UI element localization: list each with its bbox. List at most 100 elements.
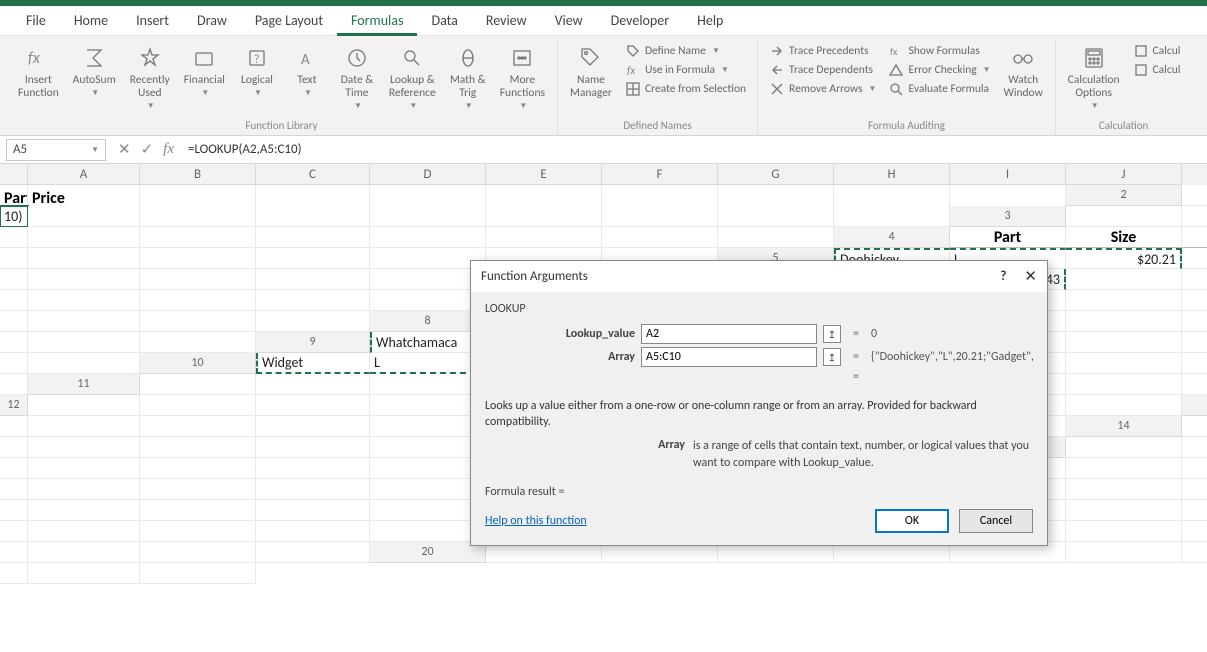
cell-E5[interactable] xyxy=(0,269,28,290)
cell-B4[interactable]: Size xyxy=(1066,227,1182,248)
cell-D14[interactable] xyxy=(140,437,256,458)
cell-E19[interactable] xyxy=(1066,521,1182,542)
row-header[interactable]: 11 xyxy=(28,374,140,395)
cell-E4[interactable] xyxy=(28,248,140,269)
cell-A12[interactable] xyxy=(28,395,140,416)
cell-H17[interactable] xyxy=(256,500,370,521)
column-header[interactable]: J xyxy=(1066,164,1182,185)
create-from-selection-button[interactable]: Create from Selection xyxy=(622,80,749,98)
calculate-sheet-button[interactable]: Calcul xyxy=(1130,61,1184,79)
cell-J7[interactable] xyxy=(256,311,370,332)
row-header[interactable]: 20 xyxy=(370,542,486,563)
ok-button[interactable]: OK xyxy=(875,509,949,533)
cell-J11[interactable] xyxy=(1182,374,1207,395)
show-formulas-button[interactable]: fxShow Formulas xyxy=(885,42,993,60)
cell-B12[interactable] xyxy=(140,395,256,416)
cell-B15[interactable] xyxy=(1182,437,1207,458)
cell-A11[interactable] xyxy=(140,374,256,395)
cancel-formula-icon[interactable]: ✕ xyxy=(118,140,131,159)
row-header[interactable]: 14 xyxy=(1066,416,1182,437)
formula-input[interactable]: =LOOKUP(A2,A5:C10) xyxy=(180,142,1207,157)
row-header[interactable]: 2 xyxy=(1066,185,1182,206)
cell-I2[interactable] xyxy=(718,206,834,227)
insert-function-button[interactable]: fxInsert Function xyxy=(14,42,63,102)
cell-B2[interactable]: 10) xyxy=(0,206,28,227)
calculation-options-button[interactable]: Calculation Options▼ xyxy=(1064,42,1124,114)
cell-J19[interactable] xyxy=(256,542,370,563)
cell-I17[interactable] xyxy=(370,500,486,521)
cell-G4[interactable] xyxy=(256,248,370,269)
tab-formulas[interactable]: Formulas xyxy=(337,6,417,36)
cell-G20[interactable] xyxy=(1182,542,1207,563)
cell-B3[interactable] xyxy=(1182,206,1207,227)
cell-D16[interactable] xyxy=(0,479,28,500)
cell-G17[interactable] xyxy=(140,500,256,521)
cell-B10[interactable]: L xyxy=(370,353,486,374)
cell-I11[interactable] xyxy=(1066,374,1182,395)
financial-button[interactable]: Financial▼ xyxy=(180,42,229,100)
cell-H10[interactable] xyxy=(1066,353,1182,374)
cell-F14[interactable] xyxy=(370,437,486,458)
autosum-button[interactable]: AutoSum▼ xyxy=(69,42,120,100)
cell-A4[interactable]: Part xyxy=(950,227,1066,248)
close-icon[interactable]: ✕ xyxy=(1024,267,1037,286)
cell-H6[interactable] xyxy=(140,290,256,311)
enter-formula-icon[interactable]: ✓ xyxy=(141,140,154,159)
tab-insert[interactable]: Insert xyxy=(122,6,183,36)
cell-E14[interactable] xyxy=(256,437,370,458)
cell-G18[interactable] xyxy=(28,521,140,542)
cell-H4[interactable] xyxy=(370,248,486,269)
cell-J9[interactable] xyxy=(28,353,140,374)
cell-G9[interactable] xyxy=(1066,332,1182,353)
cell-G19[interactable] xyxy=(0,542,28,563)
cell-G6[interactable] xyxy=(28,290,140,311)
cell-F4[interactable] xyxy=(140,248,256,269)
row-header[interactable]: 3 xyxy=(950,206,1066,227)
cell-I20[interactable] xyxy=(28,563,140,584)
cell-F16[interactable] xyxy=(140,479,256,500)
cell-G8[interactable] xyxy=(1182,311,1207,332)
use-in-formula-button[interactable]: fxUse in Formula▼ xyxy=(622,61,749,79)
fx-icon[interactable]: fx xyxy=(163,141,174,158)
cell-F6[interactable] xyxy=(0,290,28,311)
error-checking-button[interactable]: Error Checking▼ xyxy=(885,61,993,79)
trace-precedents-button[interactable]: Trace Precedents xyxy=(766,42,879,60)
name-manager-button[interactable]: Name Manager xyxy=(566,42,616,102)
cell-G2[interactable] xyxy=(486,206,602,227)
cell-H8[interactable] xyxy=(0,332,28,353)
cell-B14[interactable] xyxy=(0,437,28,458)
column-header[interactable]: D xyxy=(370,164,486,185)
cell-E13[interactable] xyxy=(370,416,486,437)
cell-G5[interactable] xyxy=(140,269,256,290)
cell-F8[interactable] xyxy=(1066,311,1182,332)
cell-A3[interactable] xyxy=(1066,206,1182,227)
cell-D6[interactable] xyxy=(1066,269,1182,290)
range-picker-icon[interactable]: ↥ xyxy=(823,348,841,366)
cell-F18[interactable] xyxy=(0,521,28,542)
arg2-input[interactable] xyxy=(641,347,817,367)
tab-file[interactable]: File xyxy=(12,6,60,36)
cell-J2[interactable] xyxy=(834,206,950,227)
cell-D12[interactable] xyxy=(370,395,486,416)
cell-I5[interactable] xyxy=(370,269,486,290)
cell-C2[interactable] xyxy=(28,206,140,227)
cell-J18[interactable] xyxy=(370,521,486,542)
cell-F20[interactable] xyxy=(1066,542,1182,563)
cell-B11[interactable] xyxy=(256,374,370,395)
cell-I19[interactable] xyxy=(140,542,256,563)
tab-view[interactable]: View xyxy=(541,6,597,36)
column-header[interactable]: H xyxy=(834,164,950,185)
cell-F19[interactable] xyxy=(1182,521,1207,542)
cell-G15[interactable] xyxy=(370,458,486,479)
cell-F7[interactable] xyxy=(1182,290,1207,311)
cell-I8[interactable] xyxy=(28,332,140,353)
column-header[interactable]: C xyxy=(256,164,370,185)
row-header[interactable]: 12 xyxy=(0,395,28,416)
cell-J10[interactable] xyxy=(0,374,28,395)
cell-C11[interactable] xyxy=(370,374,486,395)
cell-J3[interactable] xyxy=(718,227,834,248)
help-icon[interactable]: ? xyxy=(1000,269,1006,284)
cell-H9[interactable] xyxy=(1182,332,1207,353)
cell-C5[interactable]: $20.21 xyxy=(1066,248,1182,269)
cell-C3[interactable] xyxy=(0,227,28,248)
